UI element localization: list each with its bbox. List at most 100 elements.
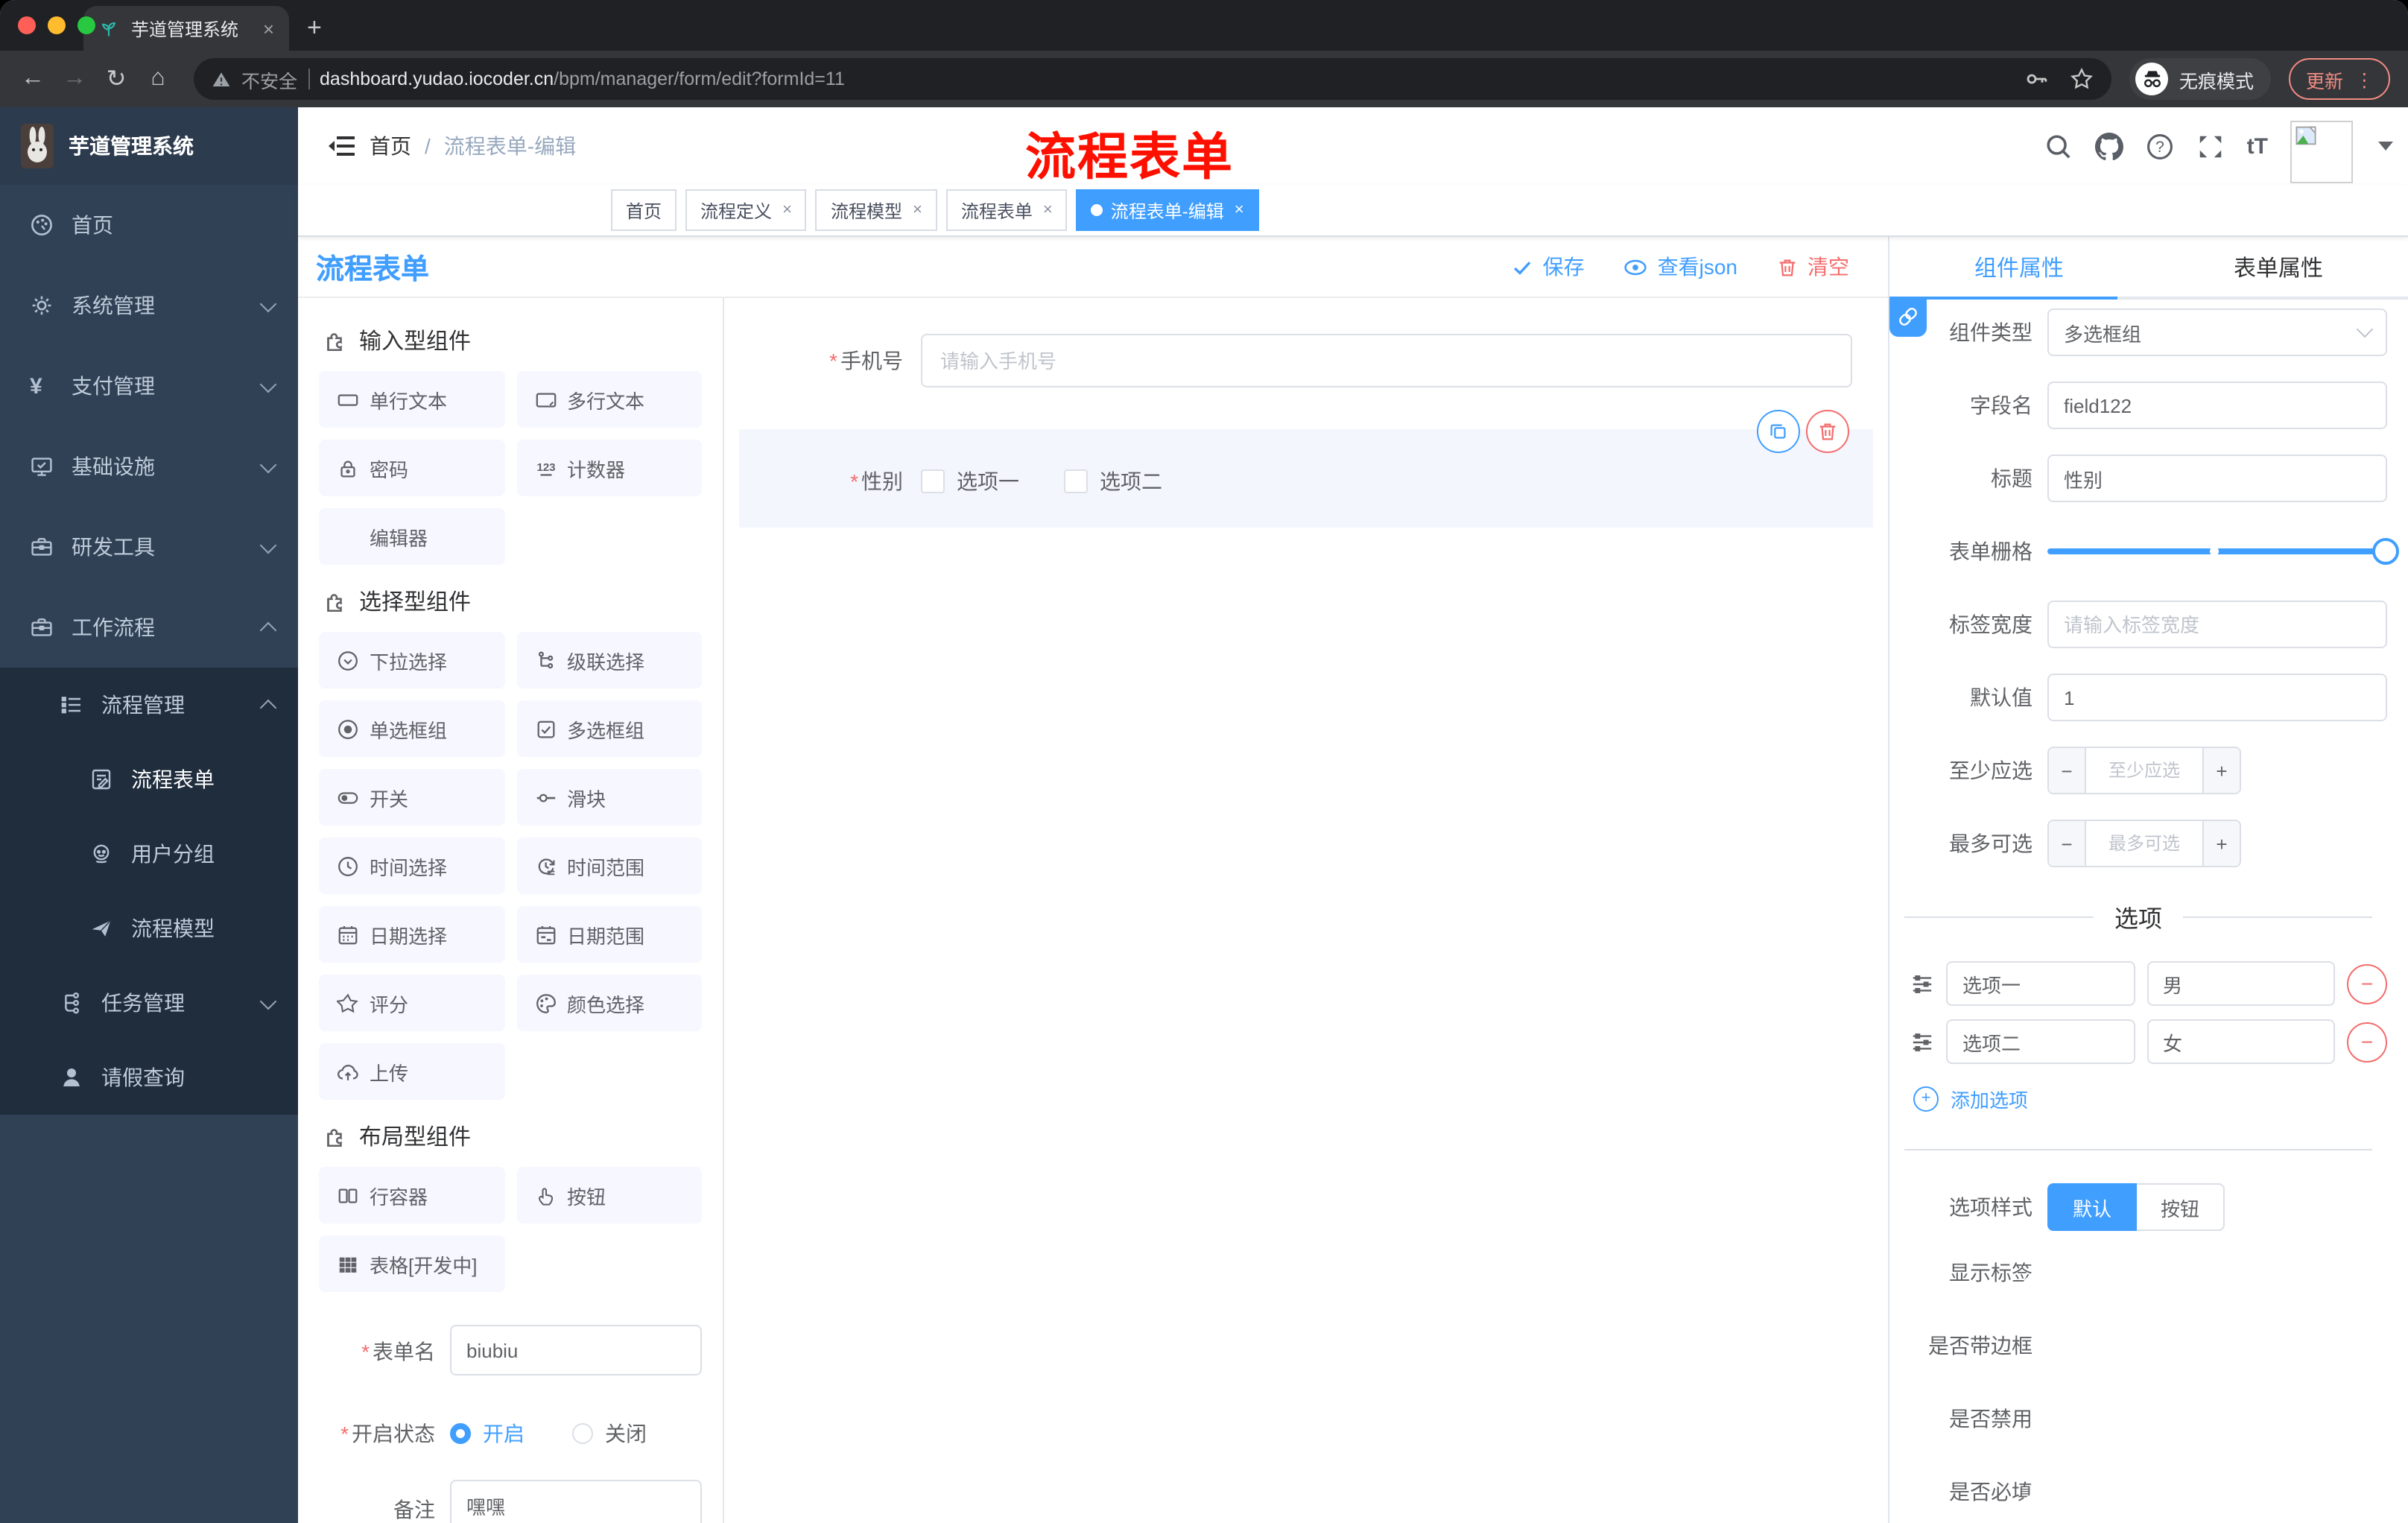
add-option-button[interactable]: + 添加选项 <box>1913 1085 2387 1113</box>
palette-item-upload[interactable]: 上传 <box>319 1043 504 1100</box>
sidebar-item-devtools[interactable]: 研发工具 <box>0 507 298 587</box>
palette-item-time-picker[interactable]: 时间选择 <box>319 838 504 894</box>
form-canvas[interactable]: *手机号 *性别 选项一 <box>724 298 1888 1523</box>
component-type-select[interactable] <box>2047 308 2387 356</box>
palette-item-time-range[interactable]: 时间范围 <box>516 838 702 894</box>
max-checked-input[interactable] <box>2086 821 2202 866</box>
stepper-plus-button[interactable]: + <box>2202 821 2240 866</box>
option2-name-input[interactable] <box>1946 1019 2135 1064</box>
hamburger-collapse-icon[interactable] <box>328 136 355 156</box>
home-icon[interactable]: ⌂ <box>140 66 176 92</box>
sidebar-item-leave-query[interactable]: 请假查询 <box>0 1040 298 1115</box>
tab-close-icon[interactable]: × <box>263 17 274 39</box>
sidebar-item-user-group[interactable]: 用户分组 <box>0 817 298 891</box>
minimize-window-button[interactable] <box>48 16 66 34</box>
palette-item-cascader[interactable]: 级联选择 <box>516 632 702 688</box>
checkbox-icon[interactable] <box>921 469 945 493</box>
view-json-button[interactable]: 查看json <box>1623 252 1737 282</box>
palette-item-slider[interactable]: 滑块 <box>516 769 702 826</box>
option2-value-input[interactable] <box>2146 1019 2335 1064</box>
remove-option-button[interactable]: − <box>2347 1022 2387 1062</box>
palette-item-button[interactable]: 按钮 <box>516 1167 702 1223</box>
help-icon[interactable] <box>2146 132 2174 160</box>
stepper-minus-button[interactable]: − <box>2049 748 2086 793</box>
palette-item-checkbox-group[interactable]: 多选框组 <box>516 700 702 757</box>
tag-process-form[interactable]: 流程表单 × <box>945 189 1068 231</box>
tab-form-props[interactable]: 表单属性 <box>2149 237 2408 297</box>
min-checked-stepper[interactable]: −+ <box>2047 747 2241 794</box>
github-icon[interactable] <box>2095 132 2123 160</box>
form-name-input[interactable] <box>450 1325 702 1375</box>
field-name-input[interactable] <box>2047 381 2387 429</box>
address-bar[interactable]: 不安全 dashboard.yudao.iocoder.cn/bpm/manag… <box>194 58 2112 100</box>
phone-input[interactable] <box>921 334 1852 387</box>
palette-item-radio-group[interactable]: 单选框组 <box>319 700 504 757</box>
stepper-plus-button[interactable]: + <box>2202 748 2240 793</box>
gender-field-row[interactable]: * 性别 选项一 选项二 <box>739 429 1873 496</box>
tag-home[interactable]: 首页 <box>611 189 677 231</box>
gender-checkbox-option2[interactable]: 选项二 <box>1064 466 1162 496</box>
palette-item-rate[interactable]: 评分 <box>319 975 504 1031</box>
palette-item-date-range[interactable]: 日期范围 <box>516 906 702 963</box>
form-remark-textarea[interactable]: 嘿嘿 <box>450 1480 702 1523</box>
sidebar-item-process-form[interactable]: 流程表单 <box>0 742 298 817</box>
gender-checkbox-option1[interactable]: 选项一 <box>921 466 1019 496</box>
radio-on-selected[interactable] <box>450 1423 471 1444</box>
avatar-caret-icon[interactable] <box>2378 142 2393 151</box>
clear-button[interactable]: 清空 <box>1776 252 1849 282</box>
checkbox-icon[interactable] <box>1064 469 1088 493</box>
max-checked-stepper[interactable]: −+ <box>2047 820 2241 867</box>
tab-component-props[interactable]: 组件属性 <box>1889 237 2149 297</box>
sidebar-item-home[interactable]: 首页 <box>0 185 298 265</box>
palette-item-row-container[interactable]: 行容器 <box>319 1167 504 1223</box>
selected-component-gender[interactable]: * 性别 选项一 选项二 <box>739 410 1873 528</box>
drag-handle-icon[interactable] <box>1910 1030 1934 1053</box>
browser-tab[interactable]: 芋道管理系统 × <box>83 6 289 51</box>
tag-process-model[interactable]: 流程模型 × <box>815 189 937 231</box>
tag-close-icon[interactable]: × <box>782 201 792 219</box>
palette-item-color-picker[interactable]: 颜色选择 <box>516 975 702 1031</box>
palette-item-table[interactable]: 表格[开发中] <box>319 1235 504 1292</box>
avatar[interactable] <box>2290 121 2353 183</box>
tag-close-icon[interactable]: × <box>913 201 922 219</box>
forward-icon[interactable]: → <box>57 66 92 92</box>
min-checked-input[interactable] <box>2086 748 2202 793</box>
option1-name-input[interactable] <box>1946 961 2135 1006</box>
title-input[interactable] <box>2047 455 2387 502</box>
url-text[interactable]: dashboard.yudao.iocoder.cn/bpm/manager/f… <box>320 69 845 89</box>
sidebar-item-process-mgmt[interactable]: 流程管理 <box>0 668 298 742</box>
style-default-button[interactable]: 默认 <box>2047 1183 2138 1231</box>
macos-traffic-lights[interactable] <box>18 16 95 34</box>
default-value-input[interactable] <box>2047 674 2387 721</box>
new-tab-button[interactable]: + <box>307 13 322 43</box>
option1-value-input[interactable] <box>2146 961 2335 1006</box>
label-width-input[interactable] <box>2047 601 2387 648</box>
radio-off[interactable] <box>572 1423 593 1444</box>
tag-close-icon[interactable]: × <box>1235 201 1244 219</box>
browser-menu-dots-icon[interactable]: ⋮ <box>2355 68 2374 90</box>
tag-process-form-edit[interactable]: 流程表单-编辑 × <box>1076 189 1259 231</box>
palette-item-select[interactable]: 下拉选择 <box>319 632 504 688</box>
palette-item-counter[interactable]: 计数器 <box>516 440 702 496</box>
tag-process-definition[interactable]: 流程定义 × <box>685 189 807 231</box>
not-secure-label[interactable]: 不安全 <box>241 65 297 93</box>
sidebar-item-payment[interactable]: ¥ 支付管理 <box>0 346 298 426</box>
breadcrumb-home[interactable]: 首页 <box>370 131 411 161</box>
phone-field-row[interactable]: * 手机号 <box>724 334 1888 387</box>
palette-item-date-picker[interactable]: 日期选择 <box>319 906 504 963</box>
sidebar-item-system[interactable]: 系统管理 <box>0 265 298 346</box>
data-binding-link-button[interactable] <box>1889 297 1927 337</box>
palette-item-password[interactable]: 密码 <box>319 440 504 496</box>
search-icon[interactable] <box>2044 132 2073 160</box>
chrome-update-button[interactable]: 更新 ⋮ <box>2289 58 2390 100</box>
reload-icon[interactable]: ↻ <box>98 64 134 94</box>
copy-component-button[interactable] <box>1757 410 1800 453</box>
slider-handle[interactable] <box>2372 538 2399 565</box>
sidebar-item-task-mgmt[interactable]: 任务管理 <box>0 966 298 1040</box>
back-icon[interactable]: ← <box>15 66 51 92</box>
sidebar-item-workflow[interactable]: 工作流程 <box>0 587 298 668</box>
stepper-minus-button[interactable]: − <box>2049 821 2086 866</box>
drag-handle-icon[interactable] <box>1910 972 1934 995</box>
fullscreen-icon[interactable] <box>2196 132 2225 160</box>
zoom-window-button[interactable] <box>77 16 95 34</box>
